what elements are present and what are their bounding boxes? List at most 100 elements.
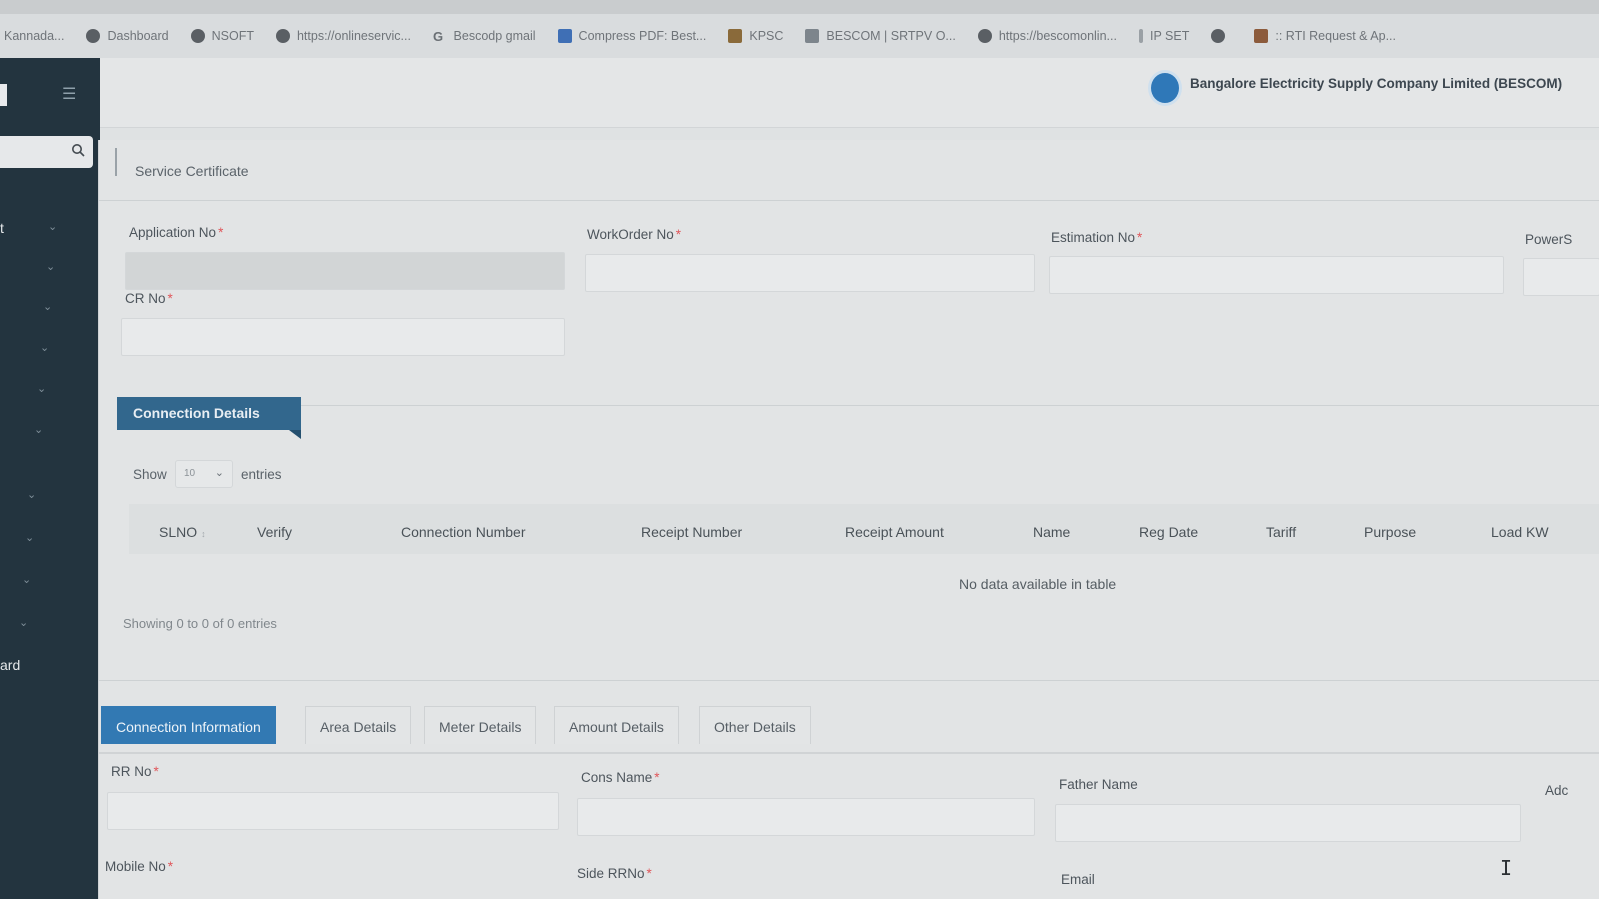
father-name-label: Father Name <box>1059 777 1138 792</box>
browser-url-strip <box>0 0 1599 14</box>
side-rrno-label: Side RRNo * <box>577 866 652 881</box>
sidebar-search-input[interactable] <box>0 136 93 168</box>
search-icon[interactable] <box>71 143 85 157</box>
sidebar-item[interactable]: ⌄ <box>0 298 92 320</box>
chevron-down-icon: ⌄ <box>48 221 58 233</box>
chevron-down-icon: ⌄ <box>34 424 44 436</box>
pdf-icon <box>557 29 572 43</box>
bookmark-nsoft[interactable]: NSOFT <box>190 29 254 43</box>
col-name[interactable]: Name <box>1033 524 1070 540</box>
globe-icon <box>190 29 205 43</box>
estimation-no-label: Estimation No * <box>1051 230 1143 245</box>
workorder-no-input[interactable] <box>585 254 1035 292</box>
sort-icon: ↕ <box>201 529 206 539</box>
page-size-select[interactable]: 10 ⌄ <box>175 460 233 488</box>
bescom-logo <box>1148 70 1182 106</box>
page-title: Service Certificate <box>135 163 249 179</box>
bookmark-globe[interactable] <box>1211 29 1232 43</box>
bookmark-gmail[interactable]: G Bescodp gmail <box>433 29 536 44</box>
father-name-input[interactable] <box>1055 804 1521 842</box>
bookmarks-bar: Kannada... Dashboard NSOFT https://onlin… <box>0 14 1599 58</box>
address-label: Adc <box>1545 783 1569 798</box>
bookmark-onlineservice[interactable]: https://onlineservic... <box>275 29 411 43</box>
power-input[interactable] <box>1523 258 1599 296</box>
bookmark-ip-set[interactable]: IP SET <box>1138 29 1189 43</box>
section-tag-tail <box>289 430 301 439</box>
bookmark-bescomonline[interactable]: https://bescomonlin... <box>977 29 1117 43</box>
power-label: PowerS <box>1525 232 1573 247</box>
tab-area-details[interactable]: Area Details <box>305 706 412 744</box>
table-info: Showing 0 to 0 of 0 entries <box>123 616 277 631</box>
sidebar-item[interactable]: ⌄ <box>0 529 92 551</box>
col-verify[interactable]: Verify <box>257 524 292 540</box>
col-purpose[interactable]: Purpose <box>1364 524 1416 540</box>
connection-details-heading: Connection Details <box>117 397 301 430</box>
rti-icon <box>1254 29 1269 43</box>
col-tariff[interactable]: Tariff <box>1266 524 1296 540</box>
bookmark-compress-pdf[interactable]: Compress PDF: Best... <box>557 29 706 43</box>
workorder-no-label: WorkOrder No * <box>587 227 682 242</box>
show-label: Show <box>133 467 167 482</box>
tab-connection-information[interactable]: Connection Information <box>101 706 276 744</box>
application-no-input[interactable] <box>125 252 565 290</box>
chevron-down-icon: ⌄ <box>37 383 47 395</box>
cons-name-input[interactable] <box>577 798 1035 836</box>
divider <box>99 200 1599 201</box>
col-connection-number[interactable]: Connection Number <box>401 524 526 540</box>
chevron-down-icon: ⌄ <box>27 489 37 501</box>
col-receipt-amount[interactable]: Receipt Amount <box>845 524 944 540</box>
sidebar-logo <box>0 84 7 106</box>
globe-icon <box>86 29 101 43</box>
title-accent <box>115 148 117 176</box>
globe-icon <box>1211 29 1226 43</box>
bookmark-bescom-srtpv[interactable]: BESCOM | SRTPV O... <box>805 29 956 43</box>
col-receipt-number[interactable]: Receipt Number <box>641 524 742 540</box>
chevron-down-icon: ⌄ <box>43 301 53 313</box>
estimation-no-input[interactable] <box>1049 256 1504 294</box>
page-icon <box>1138 29 1143 43</box>
chevron-down-icon: ⌄ <box>214 467 224 479</box>
google-icon: G <box>432 28 444 44</box>
sidebar-item[interactable]: ⌄ <box>0 571 92 593</box>
entries-label: entries <box>241 467 282 482</box>
tab-meter-details[interactable]: Meter Details <box>424 706 537 744</box>
sidebar-item[interactable]: ⌄ <box>0 614 92 636</box>
rr-no-label: RR No * <box>111 764 159 779</box>
cons-name-label: Cons Name * <box>581 770 660 785</box>
chevron-down-icon: ⌄ <box>22 574 32 586</box>
chevron-down-icon: ⌄ <box>40 342 50 354</box>
bookmark-kannada[interactable]: Kannada... <box>4 29 64 43</box>
rr-no-input[interactable] <box>107 792 559 830</box>
sidebar-item[interactable]: ⌄ <box>0 339 92 361</box>
text-cursor-icon: I <box>1500 856 1513 880</box>
sidebar: ☰ t ⌄ ⌄ ⌄ ⌄ ⌄ ⌄ ⌄ ⌄ ⌄ ⌄ ard <box>0 58 100 899</box>
sidebar-item[interactable]: ⌄ <box>0 421 92 443</box>
tab-amount-details[interactable]: Amount Details <box>554 706 679 744</box>
brand-name: Bangalore Electricity Supply Company Lim… <box>1190 76 1563 91</box>
bookmark-kpsc[interactable]: KPSC <box>728 29 783 43</box>
col-reg-date[interactable]: Reg Date <box>1139 524 1198 540</box>
sidebar-item[interactable]: ⌄ <box>0 258 92 280</box>
bescom-icon <box>805 29 820 43</box>
bookmark-dashboard[interactable]: Dashboard <box>86 29 169 43</box>
chevron-down-icon: ⌄ <box>19 617 29 629</box>
sidebar-item-dashboard[interactable]: ard <box>0 655 92 677</box>
globe-icon <box>275 29 290 43</box>
tabs-underline <box>99 752 1599 754</box>
cr-no-label: CR No * <box>125 291 173 306</box>
main-content: Service Certificate Application No * Work… <box>98 140 1599 899</box>
col-slno[interactable]: SLNO ↕ <box>159 524 206 540</box>
tab-other-details[interactable]: Other Details <box>699 706 811 744</box>
chevron-down-icon: ⌄ <box>25 532 35 544</box>
cr-no-input[interactable] <box>121 318 565 356</box>
top-header: Bangalore Electricity Supply Company Lim… <box>100 58 1599 128</box>
sidebar-item[interactable]: ⌄ <box>0 380 92 402</box>
bookmark-rti[interactable]: :: RTI Request & Ap... <box>1254 29 1396 43</box>
hamburger-menu-icon[interactable]: ☰ <box>62 84 76 104</box>
empty-table-message: No data available in table <box>959 576 1117 592</box>
sidebar-item[interactable]: ⌄ <box>0 486 92 508</box>
chevron-down-icon: ⌄ <box>46 261 56 273</box>
sidebar-item[interactable]: t ⌄ <box>0 218 92 240</box>
kpsc-icon <box>728 29 743 43</box>
col-load-kw[interactable]: Load KW <box>1491 524 1549 540</box>
